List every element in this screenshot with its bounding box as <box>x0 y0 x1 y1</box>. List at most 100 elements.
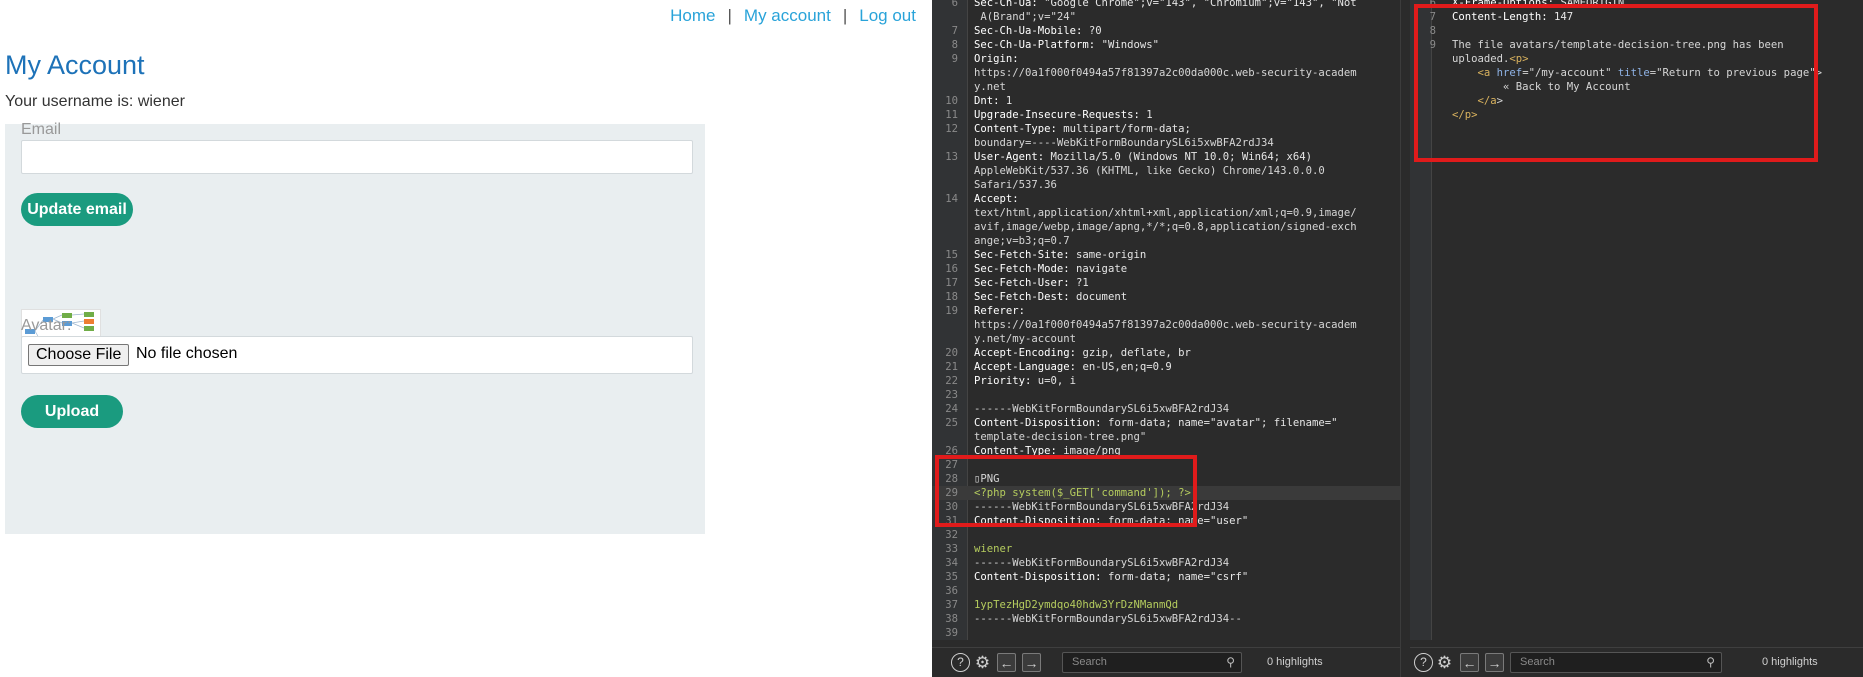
code-line: 18 Sec-Fetch-Dest: document <box>932 290 1400 304</box>
code-line: 25 Content-Disposition: form-data; name="… <box>932 416 1400 430</box>
code-line: Safari/537.36 <box>932 178 1400 192</box>
help-icon[interactable]: ? <box>1414 653 1433 672</box>
code-line: 20 Accept-Encoding: gzip, deflate, br <box>932 346 1400 360</box>
search-placeholder: Search <box>1072 656 1107 668</box>
code-line: A(Brand";v="24" <box>932 10 1400 24</box>
code-line: 32 <box>932 528 1400 542</box>
line-text: AppleWebKit/537.36 (KHTML, like Gecko) C… <box>974 165 1325 177</box>
settings-icon[interactable]: ⚙ <box>1435 653 1454 672</box>
avatar-file-input[interactable]: Choose File No file chosen <box>21 336 693 374</box>
line-text: Content-Disposition: form-data; name="av… <box>974 417 1338 429</box>
line-number: 14 <box>945 193 958 205</box>
code-line: template-decision-tree.png" <box>932 430 1400 444</box>
account-panel: Email Update email Avatar: Choose File N… <box>5 121 705 534</box>
response-pane: 6 X-Frame-Options: SAMEORIGIN 7 Content-Len… <box>1410 0 1863 677</box>
line-number <box>932 430 964 444</box>
code-line: avif,image/webp,image/apng,*/*;q=0.8,app… <box>932 220 1400 234</box>
line-number: 11 <box>945 109 958 121</box>
code-line: https://0a1f000f0494a57f81397a2c00da000c… <box>932 318 1400 332</box>
nav-home-link[interactable]: Home <box>670 6 715 25</box>
code-line: ange;v=b3;q=0.7 <box>932 234 1400 248</box>
code-line: 33 wiener <box>932 542 1400 556</box>
highlight-box-payload <box>935 455 1197 527</box>
line-text: https://0a1f000f0494a57f81397a2c00da000c… <box>974 319 1357 331</box>
line-text: avif,image/webp,image/apng,*/*;q=0.8,app… <box>974 221 1357 233</box>
line-number: 10 <box>945 95 958 107</box>
code-line: 39 <box>932 626 1400 640</box>
line-number: 32 <box>945 529 958 541</box>
update-email-button[interactable]: Update email <box>21 193 133 226</box>
highlight-box-response <box>1414 4 1818 162</box>
line-text <box>964 584 974 598</box>
line-text: ange;v=b3;q=0.7 <box>974 235 1070 247</box>
code-line: 14 Accept: <box>932 192 1400 206</box>
line-number <box>932 206 964 220</box>
request-editor[interactable]: 6 Sec-Ch-Ua: "Google Chrome";v="143", "Ch… <box>932 0 1400 640</box>
request-pane: 6 Sec-Ch-Ua: "Google Chrome";v="143", "Ch… <box>932 0 1401 677</box>
code-line: 9 Origin: <box>932 52 1400 66</box>
line-text: boundary=----WebKitFormBoundarySL6i5xwBF… <box>974 137 1274 149</box>
line-text: Sec-Ch-Ua-Platform: "Windows" <box>974 39 1159 51</box>
line-text: User-Agent: Mozilla/5.0 (Windows NT 10.0… <box>974 151 1313 163</box>
line-text <box>964 388 974 402</box>
line-number <box>932 80 964 94</box>
email-label: Email <box>21 121 62 138</box>
settings-icon[interactable]: ⚙ <box>973 653 992 672</box>
help-icon[interactable]: ? <box>951 653 970 672</box>
code-line: 22 Priority: u=0, i <box>932 374 1400 388</box>
nav-separator: | <box>842 6 848 25</box>
line-number: 37 <box>945 599 958 611</box>
code-line: 23 <box>932 388 1400 402</box>
line-number <box>932 220 964 234</box>
line-number: 18 <box>945 291 958 303</box>
code-line: text/html,application/xhtml+xml,applicat… <box>932 206 1400 220</box>
code-line: 13 User-Agent: Mozilla/5.0 (Windows NT 10… <box>932 150 1400 164</box>
response-search-input[interactable]: Search ⚲ <box>1510 652 1722 673</box>
line-text: Sec-Fetch-Site: same-origin <box>974 249 1147 261</box>
line-text: Referer: <box>974 305 1026 317</box>
upload-button[interactable]: Upload <box>21 395 123 428</box>
code-line: 35 Content-Disposition: form-data; name="… <box>932 570 1400 584</box>
line-text: ------WebKitFormBoundarySL6i5xwBFA2rdJ34 <box>974 557 1230 569</box>
line-number: 22 <box>945 375 958 387</box>
line-number: 34 <box>945 557 958 569</box>
line-number: 20 <box>945 347 958 359</box>
line-text: A(Brand";v="24" <box>974 11 1077 23</box>
code-line: 37 1ypTezHgD2ymdqo40hdw3YrDzNManmQd <box>932 598 1400 612</box>
code-line: 6 Sec-Ch-Ua: "Google Chrome";v="143", "Ch… <box>932 0 1400 10</box>
no-file-text: No file chosen <box>136 345 238 362</box>
request-search-input[interactable]: Search ⚲ <box>1062 652 1242 673</box>
line-text: Upgrade-Insecure-Requests: 1 <box>974 109 1153 121</box>
line-text: https://0a1f000f0494a57f81397a2c00da000c… <box>974 67 1357 79</box>
code-line: 19 Referer: <box>932 304 1400 318</box>
nav-my-account-link[interactable]: My account <box>744 6 831 25</box>
line-number <box>932 332 964 346</box>
line-text: y.net <box>974 81 1006 93</box>
choose-file-button[interactable]: Choose File <box>28 344 130 366</box>
code-line: 10 Dnt: 1 <box>932 94 1400 108</box>
forward-arrow-icon[interactable]: → <box>1485 653 1504 672</box>
email-field[interactable] <box>21 140 693 174</box>
line-text: Content-Disposition: form-data; name="cs… <box>974 571 1249 583</box>
line-text: Content-Type: multipart/form-data; <box>974 123 1191 135</box>
line-number: 13 <box>945 151 958 163</box>
code-line: 7 Sec-Ch-Ua-Mobile: ?0 <box>932 24 1400 38</box>
nav-logout-link[interactable]: Log out <box>859 6 916 25</box>
back-arrow-icon[interactable]: ← <box>1460 653 1479 672</box>
line-number <box>932 178 964 192</box>
line-number <box>932 318 964 332</box>
line-number <box>932 10 964 24</box>
forward-arrow-icon[interactable]: → <box>1022 653 1041 672</box>
line-text: Origin: <box>974 53 1019 65</box>
line-text: Safari/537.36 <box>974 179 1057 191</box>
line-number: 25 <box>945 417 958 429</box>
line-text: Accept: <box>974 193 1019 205</box>
back-arrow-icon[interactable]: ← <box>997 653 1016 672</box>
line-text: Dnt: 1 <box>974 95 1013 107</box>
line-text: y.net/my-account <box>974 333 1077 345</box>
line-text <box>964 528 974 542</box>
code-line: 16 Sec-Fetch-Mode: navigate <box>932 262 1400 276</box>
line-number: 9 <box>951 53 958 65</box>
code-line: 8 Sec-Ch-Ua-Platform: "Windows" <box>932 38 1400 52</box>
line-text: 1ypTezHgD2ymdqo40hdw3YrDzNManmQd <box>974 599 1179 611</box>
